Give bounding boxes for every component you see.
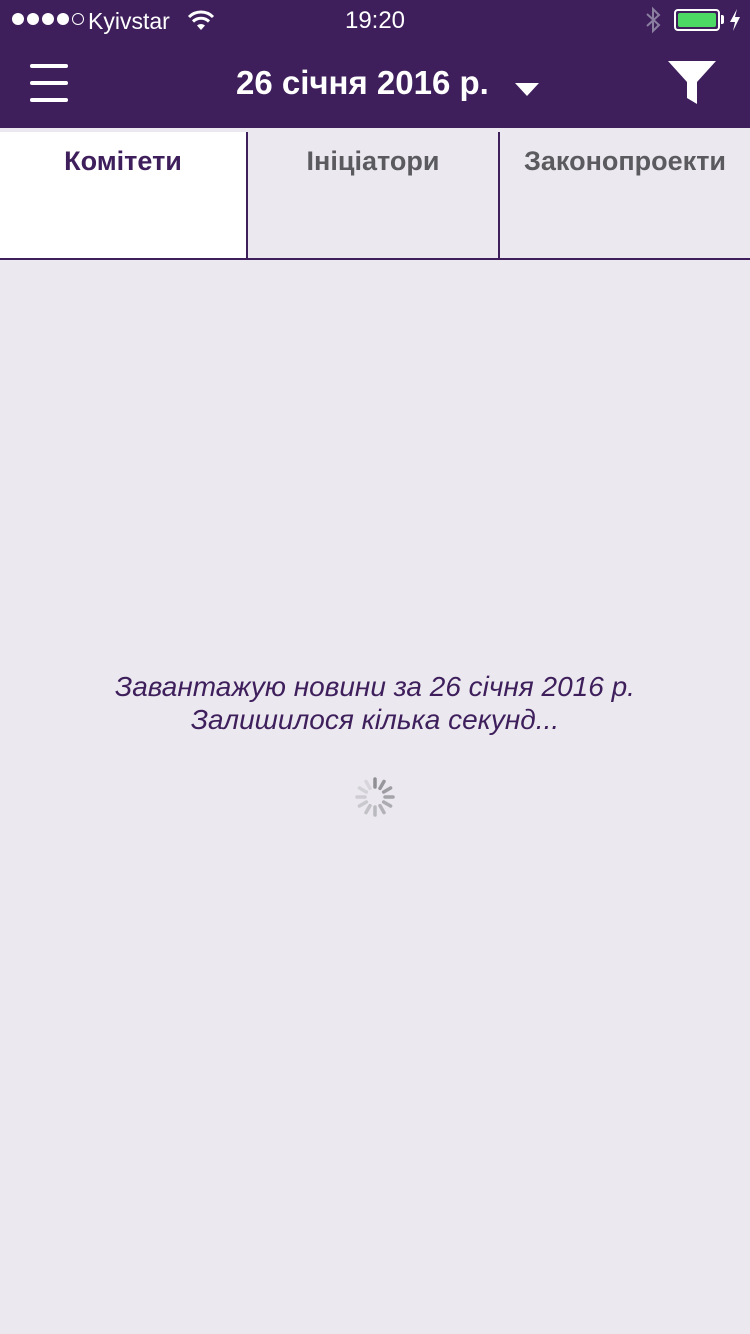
tab-initiators[interactable]: Ініціатори	[248, 132, 500, 258]
battery-tip	[721, 15, 724, 24]
navigation-bar: 26 січня 2016 р.	[0, 40, 750, 128]
tab-initiators-label: Ініціатори	[306, 146, 440, 176]
chevron-down-icon	[514, 82, 539, 96]
filter-funnel-icon[interactable]	[666, 58, 718, 108]
loading-message-line1: Завантажую новини за 26 січня 2016 р.	[115, 671, 635, 702]
charging-bolt-icon	[730, 9, 740, 31]
tab-committees-label: Комітети	[64, 146, 182, 176]
date-title: 26 січня 2016 р.	[236, 64, 489, 101]
bluetooth-icon	[646, 6, 661, 34]
app-screen: Kyivstar 19:20 26 січня 2016 р. Комітети…	[0, 0, 750, 1334]
loading-spinner-icon	[355, 777, 395, 817]
status-bar: Kyivstar 19:20	[0, 0, 750, 40]
hamburger-menu-icon[interactable]	[30, 62, 68, 104]
date-selector[interactable]: 26 січня 2016 р.	[236, 60, 539, 106]
battery-icon	[674, 9, 720, 31]
tab-bar: Комітети Ініціатори Законопроекти	[0, 128, 750, 260]
tab-bills-label: Законопроекти	[523, 146, 727, 176]
header: Kyivstar 19:20 26 січня 2016 р.	[0, 0, 750, 128]
tab-committees[interactable]: Комітети	[0, 132, 248, 258]
tab-bills[interactable]: Законопроекти	[500, 132, 750, 258]
status-time: 19:20	[344, 7, 406, 34]
loading-message: Завантажую новини за 26 січня 2016 р. За…	[0, 670, 750, 736]
loading-message-line2: Залишилося кілька секунд...	[190, 704, 560, 735]
